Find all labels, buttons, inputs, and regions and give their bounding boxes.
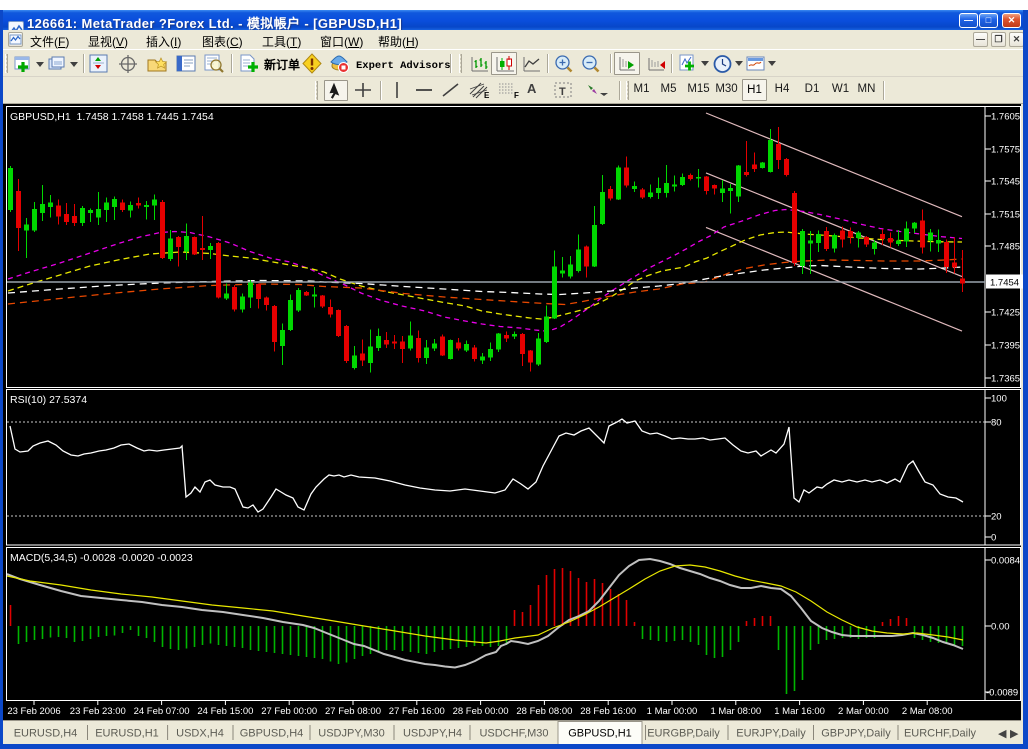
svg-text:1.7395: 1.7395	[991, 341, 1020, 352]
svg-text:USDJPY,M30: USDJPY,M30	[318, 728, 384, 740]
svg-text:0: 0	[991, 533, 996, 544]
svg-text:28 Feb 08:00: 28 Feb 08:00	[516, 706, 572, 717]
svg-text:T: T	[559, 86, 566, 98]
svg-text:28 Feb 00:00: 28 Feb 00:00	[453, 706, 509, 717]
svg-text:1.7575: 1.7575	[991, 145, 1020, 156]
svg-text:80: 80	[991, 418, 1002, 429]
svg-text:1 Mar 08:00: 1 Mar 08:00	[710, 706, 761, 717]
svg-text:24 Feb 15:00: 24 Feb 15:00	[197, 706, 253, 717]
svg-text:RSI(10) 27.5374: RSI(10) 27.5374	[10, 394, 87, 406]
svg-text:USDCHF,M30: USDCHF,M30	[479, 728, 548, 740]
svg-text:0.0084: 0.0084	[991, 556, 1020, 567]
svg-text:MACD(5,34,5) -0.0028 -0.0020 -: MACD(5,34,5) -0.0028 -0.0020 -0.0023	[10, 552, 193, 564]
svg-text:1 Mar 16:00: 1 Mar 16:00	[774, 706, 825, 717]
svg-text:1.7605: 1.7605	[991, 112, 1020, 123]
svg-text:◀: ◀	[998, 728, 1007, 740]
svg-text:28 Feb 16:00: 28 Feb 16:00	[580, 706, 636, 717]
svg-text:EURUSD,H4: EURUSD,H4	[14, 728, 78, 740]
svg-text:1.7425: 1.7425	[991, 308, 1020, 319]
svg-text:E: E	[484, 91, 490, 100]
svg-text:2 Mar 00:00: 2 Mar 00:00	[838, 706, 889, 717]
svg-text:23 Feb 2006: 23 Feb 2006	[7, 706, 60, 717]
svg-text:EURUSD,H1: EURUSD,H1	[95, 728, 159, 740]
svg-text:1.7365: 1.7365	[991, 374, 1020, 385]
svg-text:1 Mar 00:00: 1 Mar 00:00	[647, 706, 698, 717]
svg-text:1.7545: 1.7545	[991, 177, 1020, 188]
svg-text:1.7515: 1.7515	[991, 210, 1020, 221]
svg-text:USDX,H4: USDX,H4	[176, 728, 224, 740]
svg-text:-0.0089: -0.0089	[986, 688, 1018, 699]
svg-text:1.7485: 1.7485	[991, 242, 1020, 253]
svg-text:27 Feb 00:00: 27 Feb 00:00	[261, 706, 317, 717]
svg-text:EURGBP,Daily: EURGBP,Daily	[647, 728, 720, 740]
svg-text:EURCHF,Daily: EURCHF,Daily	[904, 728, 977, 740]
svg-text:GBPUSD,H4: GBPUSD,H4	[240, 728, 304, 740]
svg-text:1.7454: 1.7454	[990, 278, 1019, 289]
svg-text:0.00: 0.00	[991, 622, 1010, 633]
svg-text:27 Feb 08:00: 27 Feb 08:00	[325, 706, 381, 717]
svg-text:GBPUSD,H1: GBPUSD,H1	[568, 728, 632, 740]
svg-text:24 Feb 07:00: 24 Feb 07:00	[134, 706, 190, 717]
svg-text:USDJPY,H4: USDJPY,H4	[403, 728, 462, 740]
svg-text:20: 20	[991, 512, 1002, 523]
svg-text:23 Feb 23:00: 23 Feb 23:00	[70, 706, 126, 717]
svg-text:▶: ▶	[1010, 728, 1019, 740]
svg-text:EURJPY,Daily: EURJPY,Daily	[736, 728, 806, 740]
svg-text:GBPJPY,Daily: GBPJPY,Daily	[821, 728, 891, 740]
svg-text:2 Mar 08:00: 2 Mar 08:00	[902, 706, 953, 717]
svg-text:F: F	[514, 91, 519, 100]
svg-text:GBPUSD,H1 1.7458 1.7458 1.744: GBPUSD,H1 1.7458 1.7458 1.7445 1.7454	[10, 111, 214, 123]
svg-text:27 Feb 16:00: 27 Feb 16:00	[389, 706, 445, 717]
svg-text:100: 100	[991, 394, 1007, 405]
